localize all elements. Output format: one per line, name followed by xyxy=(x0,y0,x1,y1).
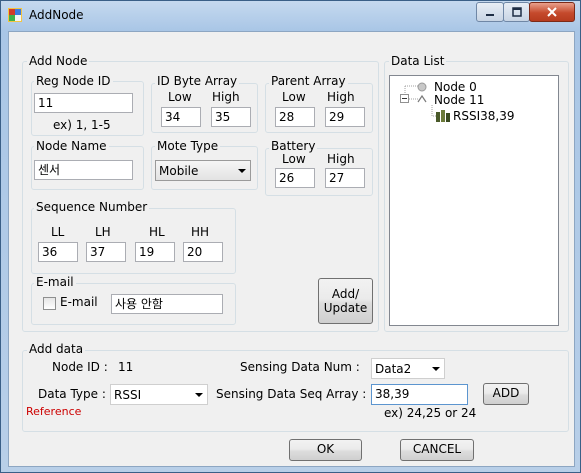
tree-node-0[interactable]: Node 0 xyxy=(434,80,477,94)
data-list-tree[interactable]: Node 0 Node 11 RSSI38,39 xyxy=(389,75,559,326)
add-update-line2: Update xyxy=(323,301,368,315)
data-list-legend: Data List xyxy=(389,54,447,68)
data-type-label: Data Type : xyxy=(38,387,106,401)
seq-lh-label: LH xyxy=(95,225,111,239)
add-update-line1: Add/ xyxy=(331,287,360,301)
battery-legend: Battery xyxy=(269,139,318,153)
id-byte-low-input[interactable]: 34 xyxy=(161,107,201,127)
battery-high-label: High xyxy=(327,152,355,166)
maximize-icon xyxy=(511,7,522,17)
close-icon xyxy=(547,7,557,17)
seq-hl-input[interactable]: 19 xyxy=(135,242,175,262)
email-input[interactable]: 사용 안함 xyxy=(111,294,223,314)
sequence-number-group xyxy=(31,208,236,274)
seq-hh-input[interactable]: 20 xyxy=(183,242,223,262)
sensing-data-num-select[interactable]: Data2 xyxy=(371,358,445,379)
window-title: AddNode xyxy=(29,8,84,22)
id-byte-low-label: Low xyxy=(168,90,192,104)
node-id-label: Node ID : xyxy=(52,360,108,374)
seq-hl-label: HL xyxy=(149,225,165,239)
seq-ll-input[interactable]: 36 xyxy=(38,242,78,262)
seq-array-hint: ex) 24,25 or 24 xyxy=(384,406,477,420)
node-name-input[interactable]: 센서 xyxy=(34,160,133,180)
ok-button[interactable]: OK xyxy=(289,439,362,461)
app-icon xyxy=(8,8,22,22)
battery-high-input[interactable]: 27 xyxy=(325,168,365,188)
id-byte-high-input[interactable]: 35 xyxy=(211,107,251,127)
seq-lh-input[interactable]: 37 xyxy=(86,242,126,262)
sensing-data-num-value: Data2 xyxy=(375,362,412,376)
tree-node-rssi[interactable]: RSSI38,39 xyxy=(453,109,514,123)
reg-node-id-input[interactable]: 11 xyxy=(34,93,133,113)
node-name-legend: Node Name xyxy=(34,139,109,153)
close-button[interactable] xyxy=(529,2,575,22)
reg-node-id-legend: Reg Node ID xyxy=(34,74,113,88)
seq-hh-label: HH xyxy=(191,225,210,239)
seq-ll-label: LL xyxy=(51,225,65,239)
parent-high-input[interactable]: 29 xyxy=(325,107,365,127)
reg-node-id-hint: ex) 1, 1-5 xyxy=(53,118,111,132)
node-0-icon xyxy=(417,82,427,92)
mote-type-select[interactable]: Mobile xyxy=(155,160,251,181)
chevron-down-icon xyxy=(238,169,246,173)
add-update-button[interactable]: Add/ Update xyxy=(318,278,373,324)
sensing-seq-array-input[interactable]: 38,39 xyxy=(371,384,468,405)
parent-array-legend: Parent Array xyxy=(269,74,348,88)
id-byte-array-legend: ID Byte Array xyxy=(155,74,240,88)
parent-low-label: Low xyxy=(282,90,306,104)
reference-link[interactable]: Reference xyxy=(26,405,81,418)
mote-type-value: Mobile xyxy=(159,164,199,178)
title-bar[interactable]: AddNode xyxy=(1,1,580,31)
add-data-legend: Add data xyxy=(27,342,86,356)
cancel-button[interactable]: CANCEL xyxy=(400,439,474,461)
battery-low-input[interactable]: 26 xyxy=(275,168,315,188)
battery-low-label: Low xyxy=(282,152,306,166)
chevron-down-icon xyxy=(195,393,203,397)
minimize-icon xyxy=(486,14,494,16)
email-checkbox[interactable] xyxy=(43,297,56,310)
maximize-button[interactable] xyxy=(503,2,530,22)
data-type-value: RSSI xyxy=(114,388,142,402)
email-legend: E-mail xyxy=(34,275,76,289)
add-node-legend: Add Node xyxy=(27,54,90,68)
node-id-value: 11 xyxy=(118,360,134,374)
expand-collapse-icon[interactable] xyxy=(400,94,409,103)
mote-type-legend: Mote Type xyxy=(155,139,221,153)
sensor-icon xyxy=(436,110,450,122)
sensing-data-num-label: Sensing Data Num : xyxy=(240,360,360,374)
sensing-seq-array-label: Sensing Data Seq Array : xyxy=(216,387,367,401)
node-11-icon xyxy=(417,94,427,103)
tree-node-11[interactable]: Node 11 xyxy=(434,93,484,107)
email-checkbox-label: E-mail xyxy=(60,295,98,309)
dialog-client: Add Node Reg Node ID 11 ex) 1, 1-5 ID By… xyxy=(8,31,575,467)
minimize-button[interactable] xyxy=(476,2,504,22)
add-data-button[interactable]: ADD xyxy=(483,383,529,405)
parent-high-label: High xyxy=(327,90,355,104)
data-type-select[interactable]: RSSI xyxy=(110,384,208,405)
parent-low-input[interactable]: 28 xyxy=(275,107,315,127)
id-byte-high-label: High xyxy=(212,90,240,104)
chevron-down-icon xyxy=(432,367,440,371)
sequence-number-legend: Sequence Number xyxy=(34,200,150,214)
addnode-window: AddNode Add Node Reg Node ID 11 ex) 1, 1… xyxy=(0,0,581,473)
